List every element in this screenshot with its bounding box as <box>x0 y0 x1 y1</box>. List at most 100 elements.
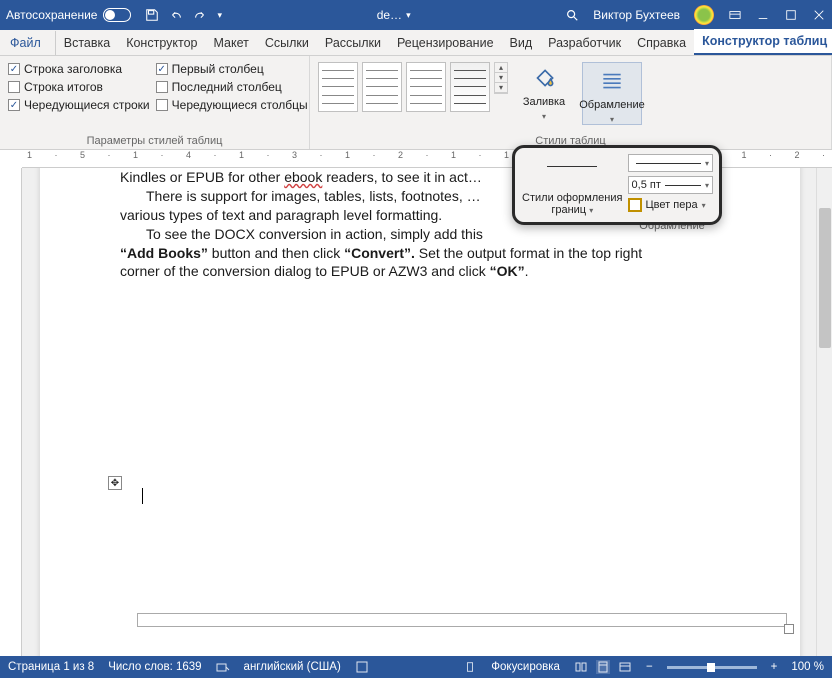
shading-label: Заливка <box>523 96 565 108</box>
chk-banded-cols[interactable]: Чередующиеся столбцы <box>156 98 308 112</box>
chk-label: Последний столбец <box>172 80 282 94</box>
tab-mailings[interactable]: Рассылки <box>317 31 389 55</box>
avatar[interactable] <box>694 5 714 25</box>
quick-access-toolbar: ▾ <box>145 8 222 22</box>
chevron-down-icon[interactable]: ▾ <box>589 206 593 215</box>
user-name[interactable]: Виктор Бухтеев <box>593 8 680 22</box>
ribbon-display-icon[interactable] <box>728 8 742 22</box>
vertical-ruler[interactable] <box>0 168 22 656</box>
read-mode-icon[interactable] <box>574 660 588 674</box>
pen-color-label: Цвет пера <box>646 199 698 211</box>
document-page[interactable]: Kindles or EPUB for other ebook readers,… <box>40 168 800 656</box>
shading-button[interactable]: Заливка ▾ <box>514 60 574 121</box>
title-dropdown-icon[interactable]: ▾ <box>406 10 411 21</box>
chk-label: Строка заголовка <box>24 62 122 76</box>
chk-header-row[interactable]: ✓Строка заголовка <box>8 62 150 76</box>
workspace: Kindles or EPUB for other ebook readers,… <box>0 168 832 656</box>
tab-references[interactable]: Ссылки <box>257 31 317 55</box>
group-label: Параметры стилей таблиц <box>8 135 301 149</box>
table-style-thumb[interactable] <box>406 62 446 112</box>
spelling-error[interactable]: ebook <box>284 169 322 185</box>
options-col-2: ✓Первый столбец Последний столбец Череду… <box>156 60 308 112</box>
page-scroll-area[interactable]: Kindles or EPUB for other ebook readers,… <box>22 168 832 656</box>
line-sample-icon <box>547 166 597 167</box>
border-styles-popup: Стили оформления границ ▾ ▾ 0,5 пт ▾ Цвет… <box>512 145 722 225</box>
maximize-icon[interactable] <box>784 8 798 22</box>
options-col-1: ✓Строка заголовка Строка итогов ✓Чередую… <box>8 60 150 112</box>
chk-banded-rows[interactable]: ✓Чередующиеся строки <box>8 98 150 112</box>
zoom-level[interactable]: 100 % <box>791 661 824 673</box>
chk-last-col[interactable]: Последний столбец <box>156 80 308 94</box>
tab-file[interactable]: Файл <box>2 31 49 55</box>
gallery-more-icon[interactable]: ▴▾▾ <box>494 62 508 94</box>
chevron-down-icon: ▾ <box>542 112 546 121</box>
zoom-slider[interactable] <box>667 666 757 669</box>
line-width-combo[interactable]: 0,5 пт ▾ <box>628 176 713 194</box>
body-text: To see the DOCX conversion in action, si… <box>120 225 720 244</box>
undo-icon[interactable] <box>169 8 183 22</box>
tab-developer[interactable]: Разработчик <box>540 31 629 55</box>
zoom-out-button[interactable]: − <box>646 661 653 673</box>
view-mode-buttons <box>574 660 632 674</box>
borders-button[interactable]: Обрамление ▾ <box>582 62 642 125</box>
tab-design[interactable]: Конструктор <box>118 31 205 55</box>
inserted-table[interactable] <box>137 613 787 627</box>
tab-insert[interactable]: Вставка <box>55 31 118 55</box>
close-icon[interactable] <box>812 8 826 22</box>
table-move-handle-icon[interactable]: ✥ <box>108 476 122 490</box>
macro-icon[interactable] <box>355 660 369 674</box>
search-icon[interactable] <box>565 8 579 22</box>
document-name[interactable]: de… <box>377 8 402 22</box>
zoom-in-button[interactable]: + <box>771 661 778 673</box>
group-table-styles: ▴▾▾ Заливка ▾ Обрамление ▾ Стили таблиц <box>310 56 832 149</box>
body-text: corner of the conversion dialog to EPUB … <box>120 262 720 281</box>
word-count[interactable]: Число слов: 1639 <box>108 661 201 673</box>
table-style-thumb[interactable] <box>450 62 490 112</box>
title-bar: Автосохранение ▾ de… ▾ Виктор Бухтеев <box>0 0 832 30</box>
toggle-switch-icon[interactable] <box>103 8 131 22</box>
tab-table-design[interactable]: Конструктор таблиц <box>694 29 832 55</box>
status-bar: Страница 1 из 8 Число слов: 1639 английс… <box>0 656 832 678</box>
borders-label: Обрамление <box>579 99 645 111</box>
tab-help[interactable]: Справка <box>629 31 694 55</box>
ribbon: ✓Строка заголовка Строка итогов ✓Чередую… <box>0 56 832 150</box>
border-style-preview[interactable]: Стили оформления границ ▾ <box>521 154 624 216</box>
chevron-down-icon: ▾ <box>705 181 709 190</box>
width-value: 0,5 пт <box>632 179 661 191</box>
table-style-thumb[interactable] <box>318 62 358 112</box>
chevron-down-icon: ▾ <box>702 201 706 210</box>
group-table-style-options: ✓Строка заголовка Строка итогов ✓Чередую… <box>0 56 310 149</box>
autosave-toggle[interactable]: Автосохранение <box>6 8 131 22</box>
table-styles-gallery[interactable]: ▴▾▾ <box>318 60 508 112</box>
redo-icon[interactable] <box>193 8 207 22</box>
print-layout-icon[interactable] <box>596 660 610 674</box>
web-layout-icon[interactable] <box>618 660 632 674</box>
paint-bucket-icon <box>530 64 558 92</box>
save-icon[interactable] <box>145 8 159 22</box>
chevron-down-icon: ▾ <box>610 115 614 124</box>
table-resize-handle[interactable] <box>784 624 794 634</box>
pen-color-button[interactable]: Цвет пера ▾ <box>628 198 713 212</box>
chk-total-row[interactable]: Строка итогов <box>8 80 150 94</box>
pen-color-swatch-icon <box>628 198 642 212</box>
chk-label: Чередующиеся столбцы <box>172 98 308 112</box>
text-cursor <box>142 488 143 504</box>
line-style-combo[interactable]: ▾ <box>628 154 713 172</box>
language-indicator[interactable]: английский (США) <box>244 661 341 673</box>
minimize-icon[interactable] <box>756 8 770 22</box>
borders-icon <box>598 67 626 95</box>
chk-first-col[interactable]: ✓Первый столбец <box>156 62 308 76</box>
focus-label[interactable]: Фокусировка <box>491 661 560 673</box>
label: Стили оформления границ <box>522 192 622 216</box>
vertical-scrollbar[interactable] <box>816 168 832 656</box>
tab-layout[interactable]: Макет <box>205 31 256 55</box>
page-indicator[interactable]: Страница 1 из 8 <box>8 661 94 673</box>
zoom-knob[interactable] <box>707 663 715 672</box>
focus-mode-icon[interactable] <box>463 660 477 674</box>
spellcheck-icon[interactable] <box>216 660 230 674</box>
table-style-thumb[interactable] <box>362 62 402 112</box>
title-center: de… ▾ <box>222 8 565 22</box>
tab-review[interactable]: Рецензирование <box>389 31 502 55</box>
tab-view[interactable]: Вид <box>502 31 541 55</box>
scroll-thumb[interactable] <box>819 208 831 348</box>
